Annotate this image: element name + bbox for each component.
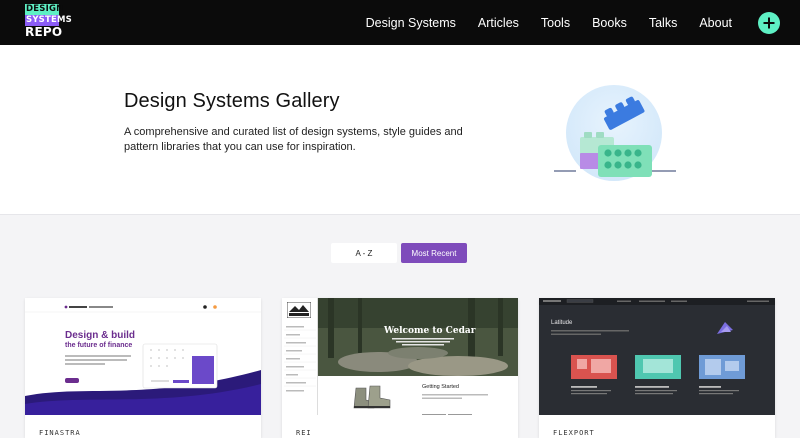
main-nav: Design Systems Articles Tools Books Talk… xyxy=(366,0,780,45)
thumb-sidebar xyxy=(282,298,318,415)
thumb-section-title: Getting Started xyxy=(422,384,459,390)
lego-blocks-illustration xyxy=(554,85,676,181)
nav-books[interactable]: Books xyxy=(592,16,627,30)
nav-about[interactable]: About xyxy=(699,16,732,30)
thumb-cta-button xyxy=(65,378,79,383)
thumb-subheadline: the future of finance xyxy=(65,342,133,349)
thumb-headline: Latitude xyxy=(551,320,573,326)
hero-section: Design Systems Gallery A comprehensive a… xyxy=(0,45,800,215)
card-thumbnail: Welcome to Cedar Getting Started xyxy=(282,298,518,415)
card-title: FLEXPORT xyxy=(553,429,595,437)
card-title: REI xyxy=(296,429,312,437)
thumb-paragraph-lines xyxy=(551,330,629,335)
card-flexport[interactable]: Latitude FLEXPORT xyxy=(539,298,775,438)
thumb-sidebar-lines xyxy=(284,326,316,392)
page-title: Design Systems Gallery xyxy=(124,90,340,112)
thumb-paragraph-lines xyxy=(65,355,131,365)
card-thumbnail: Latitude xyxy=(539,298,775,415)
card-title: FINASTRA xyxy=(39,429,81,437)
card-finastra[interactable]: Design & build the future of finance FIN… xyxy=(25,298,261,438)
thumb-buttons xyxy=(422,406,474,415)
thumb-logo-mark xyxy=(717,322,733,334)
thumb-toolbar xyxy=(539,298,775,305)
page-description: A comprehensive and curated list of desi… xyxy=(124,126,463,153)
nav-articles[interactable]: Articles xyxy=(478,16,519,30)
nav-tools[interactable]: Tools xyxy=(541,16,570,30)
rei-logo-icon xyxy=(287,302,311,318)
logo-line-1: DESIGN xyxy=(25,4,64,15)
card-rei[interactable]: Welcome to Cedar Getting Started REI xyxy=(282,298,518,438)
thumb-forest-image xyxy=(318,298,518,376)
logo-line-3: REPO xyxy=(25,25,63,39)
site-logo[interactable]: DESIGN SYSTEMS REPO xyxy=(25,4,72,39)
sort-a-z-button[interactable]: A - Z xyxy=(331,243,397,263)
wave-graphic xyxy=(25,305,261,415)
nav-design-systems[interactable]: Design Systems xyxy=(366,16,456,30)
thumb-panels xyxy=(571,355,745,379)
thumb-headline: Welcome to Cedar xyxy=(384,326,476,336)
plus-circle-icon[interactable] xyxy=(758,11,780,34)
thumb-subtitle-lines xyxy=(392,338,454,346)
boots-icon xyxy=(353,385,391,409)
thumb-paragraph-lines xyxy=(422,394,488,399)
top-navigation-bar: DESIGN SYSTEMS REPO Design Systems Artic… xyxy=(0,0,800,45)
card-thumbnail: Design & build the future of finance xyxy=(25,298,261,415)
thumb-headline: Design & build xyxy=(65,330,135,341)
thumb-panel-captions xyxy=(571,386,739,395)
nav-talks[interactable]: Talks xyxy=(649,16,677,30)
sort-most-recent-button[interactable]: Most Recent xyxy=(401,243,467,263)
